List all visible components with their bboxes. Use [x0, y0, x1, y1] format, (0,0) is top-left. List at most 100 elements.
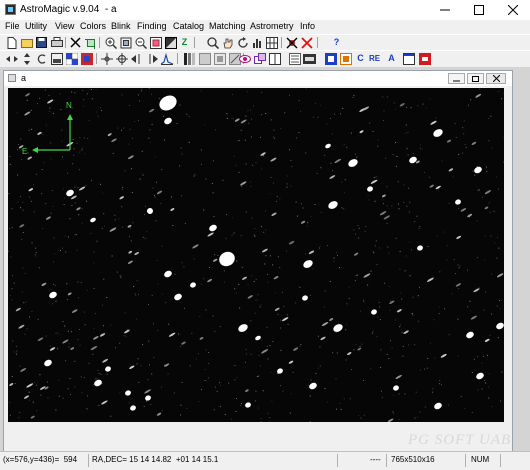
rotate-icon[interactable]	[236, 36, 249, 49]
invert-icon[interactable]	[213, 52, 226, 65]
noise-pixel	[246, 211, 247, 212]
noise-pixel	[298, 132, 299, 133]
pan-hand-icon[interactable]	[221, 36, 234, 49]
align-icon[interactable]	[100, 52, 113, 65]
noise-pixel	[261, 114, 262, 115]
zoom-out-icon[interactable]	[134, 36, 147, 49]
noise-pixel	[234, 233, 235, 234]
help-icon[interactable]: ?	[330, 36, 343, 49]
aperture-icon[interactable]	[339, 52, 352, 65]
menu-colors[interactable]: Colors	[80, 21, 106, 31]
noise-pixel	[370, 271, 371, 272]
shift-right-icon[interactable]	[145, 52, 158, 65]
cut-icon[interactable]	[69, 36, 82, 49]
tool-re-icon[interactable]: RE	[368, 52, 381, 65]
grid-icon[interactable]	[265, 36, 278, 49]
noise-pixel	[31, 311, 32, 312]
noise-pixel	[406, 256, 407, 257]
color-map-icon[interactable]	[80, 52, 93, 65]
photometry-icon[interactable]	[324, 52, 337, 65]
menu-view[interactable]: View	[55, 21, 74, 31]
noise-pixel	[94, 262, 95, 263]
save-icon[interactable]	[35, 36, 48, 49]
noise-pixel	[65, 252, 66, 253]
noise-pixel	[158, 284, 159, 285]
zoom-fit-icon[interactable]	[119, 36, 132, 49]
register-icon[interactable]	[115, 52, 128, 65]
noise-pixel	[220, 385, 221, 386]
blink-eye-icon[interactable]	[238, 52, 251, 65]
noise-pixel	[73, 155, 74, 156]
menu-catalog[interactable]: Catalog	[173, 21, 204, 31]
noise-pixel	[255, 401, 256, 402]
noise-pixel	[135, 295, 136, 296]
tool-a-icon[interactable]: A	[385, 52, 398, 65]
stack-images-icon[interactable]	[253, 52, 266, 65]
noise-pixel	[345, 329, 346, 330]
mpc-report-icon[interactable]	[418, 52, 431, 65]
zoom-region-icon[interactable]	[149, 36, 162, 49]
remove-hot-pixels-icon[interactable]	[285, 36, 298, 49]
noise-pixel	[449, 203, 450, 204]
menu-utility[interactable]: Utility	[25, 21, 47, 31]
noise-pixel	[34, 211, 35, 212]
maximize-button[interactable]	[462, 0, 496, 20]
noise-pixel	[274, 130, 275, 131]
stretch-icon[interactable]	[183, 52, 196, 65]
menu-matching[interactable]: Matching	[209, 21, 246, 31]
noise-pixel	[250, 320, 251, 321]
menu-astrometry[interactable]: Astrometry	[250, 21, 294, 31]
noise-pixel	[157, 260, 158, 261]
minimize-button[interactable]	[428, 0, 462, 20]
compare-icon[interactable]	[268, 52, 281, 65]
rotate-image-icon[interactable]	[35, 52, 48, 65]
menu-finding[interactable]: Finding	[137, 21, 167, 31]
menu-info[interactable]: Info	[300, 21, 315, 31]
image-properties-icon[interactable]	[50, 52, 63, 65]
open-file-icon[interactable]	[20, 36, 33, 49]
noise-pixel	[138, 382, 139, 383]
noise-pixel	[82, 223, 83, 224]
tool-c-icon[interactable]: C	[354, 52, 367, 65]
profile-icon[interactable]	[160, 52, 173, 65]
new-file-icon[interactable]	[5, 36, 18, 49]
window-list-icon[interactable]	[402, 52, 415, 65]
menu-blink[interactable]: Blink	[111, 21, 131, 31]
noise-pixel	[308, 385, 309, 386]
noise-pixel	[409, 202, 410, 203]
crop-icon[interactable]	[84, 36, 97, 49]
image-contrast-icon[interactable]	[164, 36, 177, 49]
menu-file[interactable]: File	[5, 21, 20, 31]
noise-pixel	[477, 257, 478, 258]
status-bar: (x=576,y=436)= 594 RA,DEC= 15 14 14.82 +…	[0, 451, 530, 470]
palette-icon[interactable]	[65, 52, 78, 65]
noise-pixel	[442, 160, 443, 161]
noise-pixel	[60, 93, 61, 94]
image-window-restore-button[interactable]	[467, 73, 484, 84]
histogram-icon[interactable]	[251, 36, 264, 49]
catalog-gsc-icon[interactable]	[303, 52, 316, 65]
noise-pixel	[393, 413, 394, 414]
noise-pixel	[268, 413, 269, 414]
noise-pixel	[241, 235, 242, 236]
calibrate-icon[interactable]	[288, 52, 301, 65]
flip-vertical-icon[interactable]	[20, 52, 33, 65]
image-window-close-button[interactable]	[486, 73, 506, 84]
noise-pixel	[9, 402, 10, 403]
astronomical-image[interactable]: N E	[8, 88, 504, 422]
zoom-in-icon[interactable]	[104, 36, 117, 49]
shift-left-icon[interactable]	[130, 52, 143, 65]
delete-icon[interactable]	[300, 36, 313, 49]
noise-pixel	[253, 105, 254, 106]
close-button[interactable]	[496, 0, 530, 20]
noise-pixel	[122, 189, 123, 190]
noise-pixel	[51, 213, 52, 214]
noise-pixel	[146, 231, 147, 232]
levels-icon[interactable]	[198, 52, 211, 65]
image-window-minimize-button[interactable]	[448, 73, 465, 84]
zoom-z-icon[interactable]: Z	[178, 36, 191, 49]
noise-pixel	[462, 127, 463, 128]
print-icon[interactable]	[50, 36, 63, 49]
search-icon[interactable]	[206, 36, 219, 49]
flip-horizontal-icon[interactable]	[5, 52, 18, 65]
